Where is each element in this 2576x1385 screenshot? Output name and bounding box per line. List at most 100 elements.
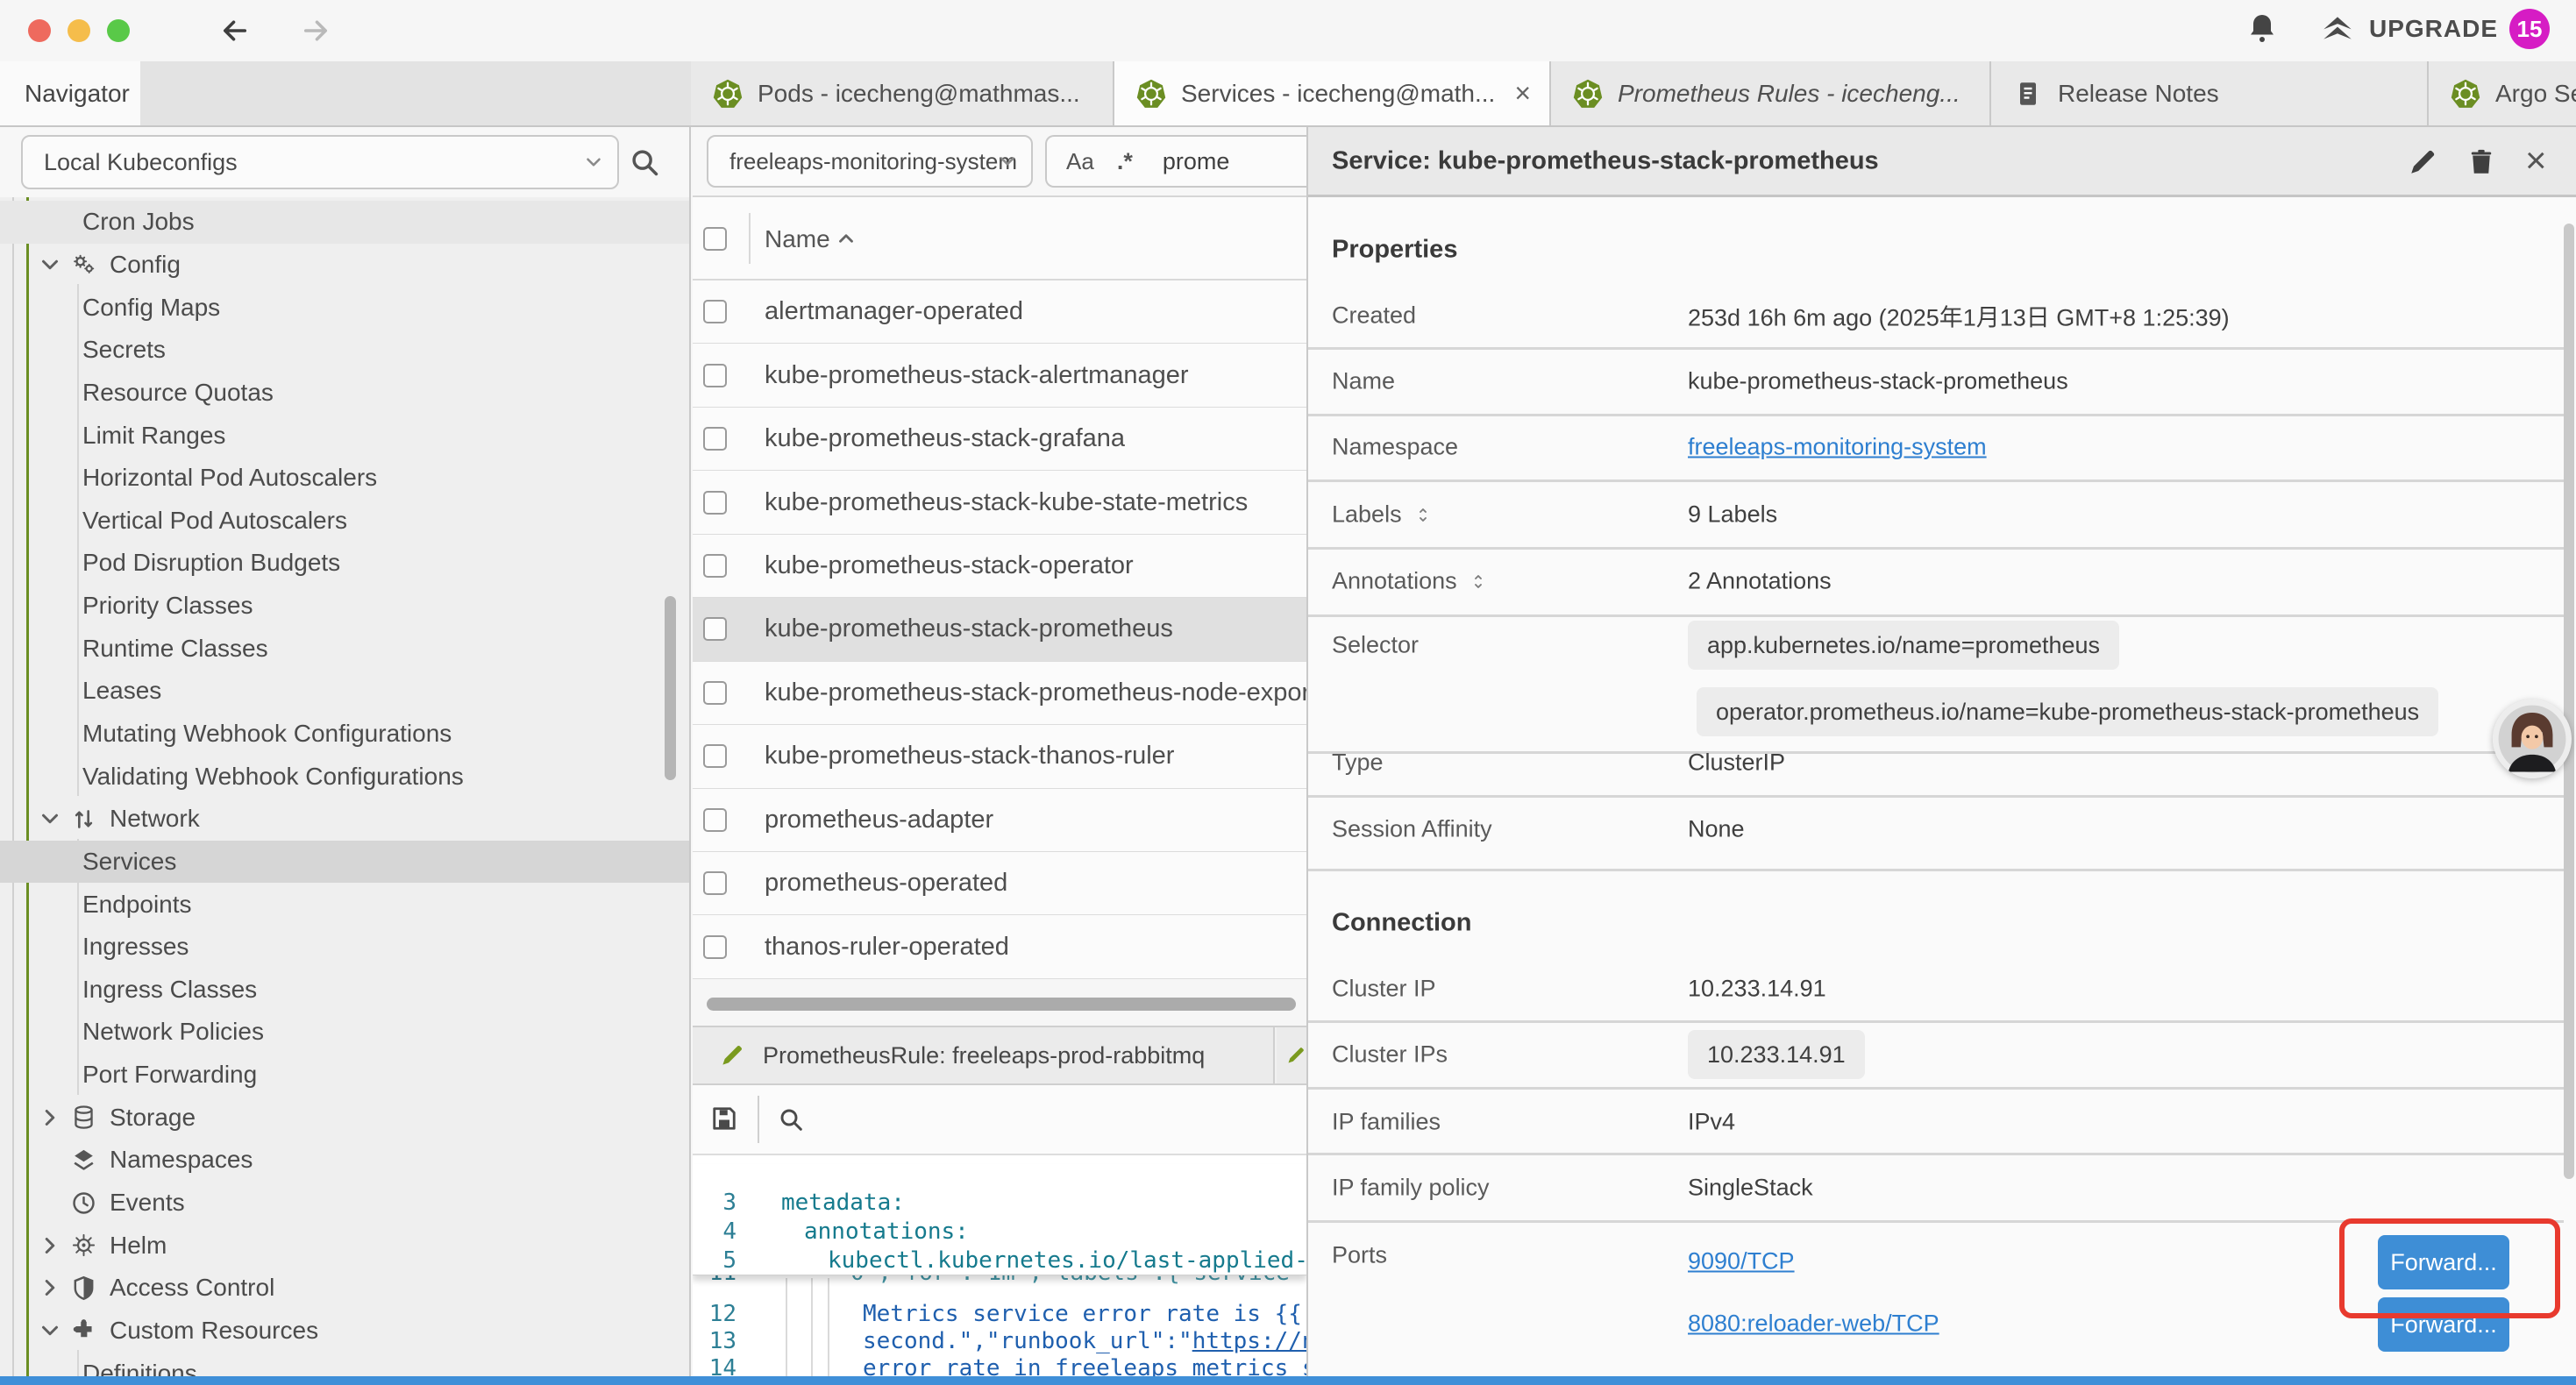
table-row[interactable]: prometheus-adapter bbox=[693, 789, 1306, 852]
editor-tab-partial[interactable] bbox=[1277, 1027, 1306, 1083]
row-checkbox[interactable] bbox=[703, 681, 727, 705]
forward-button-8080[interactable]: Forward... bbox=[2378, 1297, 2509, 1352]
row-checkbox[interactable] bbox=[703, 744, 727, 768]
chevron-right-icon[interactable] bbox=[37, 1275, 63, 1301]
chevron-down-icon[interactable] bbox=[37, 806, 63, 832]
row-checkbox[interactable] bbox=[703, 427, 727, 451]
tab-prometheus-rules[interactable]: Prometheus Rules - icecheng... bbox=[1551, 61, 1991, 125]
row-checkbox[interactable] bbox=[703, 808, 727, 832]
sidebar-item-leases[interactable]: Leases bbox=[0, 670, 691, 713]
sidebar-item-ingresses[interactable]: Ingresses bbox=[0, 926, 691, 969]
notification-count-badge[interactable]: 15 bbox=[2509, 9, 2550, 49]
trash-icon[interactable] bbox=[2466, 146, 2497, 178]
editor-tab-prometheusrule[interactable]: PrometheusRule: freeleaps-prod-rabbitmq bbox=[693, 1027, 1275, 1083]
minimize-window-button[interactable] bbox=[68, 19, 90, 42]
forward-icon[interactable] bbox=[300, 15, 331, 46]
table-row[interactable]: thanos-ruler-operated bbox=[693, 915, 1306, 978]
expand-collapse-icon[interactable] bbox=[1413, 504, 1434, 525]
sidebar-item-cron-jobs[interactable]: Cron Jobs bbox=[0, 201, 691, 244]
sidebar-item-runtime-classes[interactable]: Runtime Classes bbox=[0, 627, 691, 670]
chevron-right-icon[interactable] bbox=[37, 1232, 63, 1259]
sidebar-item-endpoints[interactable]: Endpoints bbox=[0, 883, 691, 926]
sidebar-item-validating-webhook-configurations[interactable]: Validating Webhook Configurations bbox=[0, 755, 691, 798]
sort-ascending-icon[interactable] bbox=[835, 227, 857, 250]
table-row[interactable]: kube-prometheus-stack-grafana bbox=[693, 408, 1306, 471]
upgrade-label[interactable]: UPGRADE bbox=[2369, 15, 2498, 43]
close-window-button[interactable] bbox=[28, 19, 51, 42]
name-column-header[interactable]: Name bbox=[765, 225, 830, 253]
table-row[interactable]: prometheus-operated bbox=[693, 852, 1306, 915]
sidebar-item-ingress-classes[interactable]: Ingress Classes bbox=[0, 969, 691, 1012]
sidebar-item-services[interactable]: Services bbox=[0, 841, 691, 884]
sidebar-item-mutating-webhook-configurations[interactable]: Mutating Webhook Configurations bbox=[0, 713, 691, 756]
row-checkbox[interactable] bbox=[703, 491, 727, 515]
back-icon[interactable] bbox=[219, 15, 251, 46]
row-checkbox[interactable] bbox=[703, 300, 727, 323]
regex-icon[interactable]: .* bbox=[1117, 148, 1133, 175]
tab-pods[interactable]: Pods - icecheng@mathmas... bbox=[691, 61, 1114, 125]
table-row[interactable]: alertmanager-operated bbox=[693, 281, 1306, 344]
match-case-icon[interactable]: Aa bbox=[1066, 148, 1094, 175]
chevron-right-icon[interactable] bbox=[37, 1104, 63, 1131]
labels-count[interactable]: 9 Labels bbox=[1688, 501, 1777, 529]
table-row[interactable]: kube-prometheus-stack-kube-state-metrics bbox=[693, 471, 1306, 534]
close-tab-icon[interactable]: × bbox=[1514, 77, 1531, 110]
filter-input[interactable]: Aa .* prome bbox=[1045, 135, 1308, 188]
assistant-avatar[interactable] bbox=[2493, 700, 2572, 778]
notifications-bell-icon[interactable] bbox=[2245, 11, 2280, 46]
table-row[interactable]: kube-prometheus-stack-prometheus-node-ex… bbox=[693, 662, 1306, 725]
chevron-down-icon[interactable] bbox=[37, 1318, 63, 1344]
save-icon[interactable] bbox=[708, 1103, 740, 1134]
namespace-link[interactable]: freeleaps-monitoring-system bbox=[1688, 434, 1987, 461]
sidebar-item-vertical-pod-autoscalers[interactable]: Vertical Pod Autoscalers bbox=[0, 499, 691, 542]
sidebar-item-events[interactable]: Events bbox=[0, 1182, 691, 1225]
sidebar-group-custom-resources[interactable]: Custom Resources bbox=[0, 1310, 691, 1353]
tab-argo[interactable]: Argo Se bbox=[2429, 61, 2576, 125]
kubeconfig-selector[interactable]: Local Kubeconfigs bbox=[21, 135, 619, 189]
sidebar-group-network[interactable]: Network bbox=[0, 798, 691, 841]
sidebar-group-access-control[interactable]: Access Control bbox=[0, 1267, 691, 1310]
table-row[interactable]: kube-prometheus-stack-alertmanager bbox=[693, 344, 1306, 407]
row-checkbox[interactable] bbox=[703, 364, 727, 387]
row-checkbox[interactable] bbox=[703, 617, 727, 641]
sidebar-item-limit-ranges[interactable]: Limit Ranges bbox=[0, 414, 691, 457]
sidebar-item-port-forwarding[interactable]: Port Forwarding bbox=[0, 1054, 691, 1097]
search-icon[interactable] bbox=[777, 1105, 805, 1133]
forward-button-9090[interactable]: Forward... bbox=[2378, 1235, 2509, 1289]
sidebar-item-network-policies[interactable]: Network Policies bbox=[0, 1011, 691, 1054]
port-link-9090[interactable]: 9090/TCP bbox=[1688, 1248, 1795, 1275]
sidebar-item-pod-disruption-budgets[interactable]: Pod Disruption Budgets bbox=[0, 542, 691, 585]
sidebar-item-secrets[interactable]: Secrets bbox=[0, 329, 691, 372]
horizontal-scrollbar[interactable] bbox=[707, 998, 1296, 1011]
port-link-8080[interactable]: 8080:reloader-web/TCP bbox=[1688, 1310, 1939, 1338]
close-icon[interactable]: × bbox=[2525, 139, 2547, 181]
row-checkbox[interactable] bbox=[703, 554, 727, 578]
sidebar-item-definitions[interactable]: Definitions bbox=[0, 1352, 691, 1376]
sidebar-item-resource-quotas[interactable]: Resource Quotas bbox=[0, 372, 691, 415]
chevron-down-icon[interactable] bbox=[37, 252, 63, 278]
sidebar-group-storage[interactable]: Storage bbox=[0, 1096, 691, 1139]
row-checkbox[interactable] bbox=[703, 935, 727, 959]
sidebar-group-helm[interactable]: Helm bbox=[0, 1224, 691, 1267]
edit-pencil-icon[interactable] bbox=[2407, 146, 2438, 178]
tab-release-notes[interactable]: Release Notes bbox=[1991, 61, 2429, 125]
sidebar-group-config[interactable]: Config bbox=[0, 244, 691, 287]
upgrade-icon[interactable] bbox=[2319, 10, 2356, 46]
annotations-count[interactable]: 2 Annotations bbox=[1688, 568, 1832, 595]
sidebar-scrollbar[interactable] bbox=[665, 596, 676, 780]
tab-navigator[interactable]: Navigator bbox=[0, 61, 140, 125]
detail-panel-scrollbar[interactable] bbox=[2564, 224, 2574, 1179]
tab-services[interactable]: Services - icecheng@math... × bbox=[1114, 61, 1551, 125]
maximize-window-button[interactable] bbox=[107, 19, 130, 42]
expand-collapse-icon[interactable] bbox=[1468, 571, 1489, 592]
sidebar-item-config-maps[interactable]: Config Maps bbox=[0, 286, 691, 329]
yaml-editor[interactable]: 11 0","for":"1m","labels":{"service": 3m… bbox=[693, 1155, 1306, 1376]
sidebar-item-horizontal-pod-autoscalers[interactable]: Horizontal Pod Autoscalers bbox=[0, 457, 691, 500]
yaml-link[interactable]: https://net bbox=[1192, 1328, 1306, 1354]
table-row-selected[interactable]: kube-prometheus-stack-prometheus bbox=[693, 598, 1306, 661]
sidebar-item-namespaces[interactable]: Namespaces bbox=[0, 1139, 691, 1182]
row-checkbox[interactable] bbox=[703, 871, 727, 895]
table-row[interactable]: kube-prometheus-stack-operator bbox=[693, 535, 1306, 598]
table-row[interactable]: kube-prometheus-stack-thanos-ruler bbox=[693, 725, 1306, 788]
sidebar-item-priority-classes[interactable]: Priority Classes bbox=[0, 585, 691, 628]
